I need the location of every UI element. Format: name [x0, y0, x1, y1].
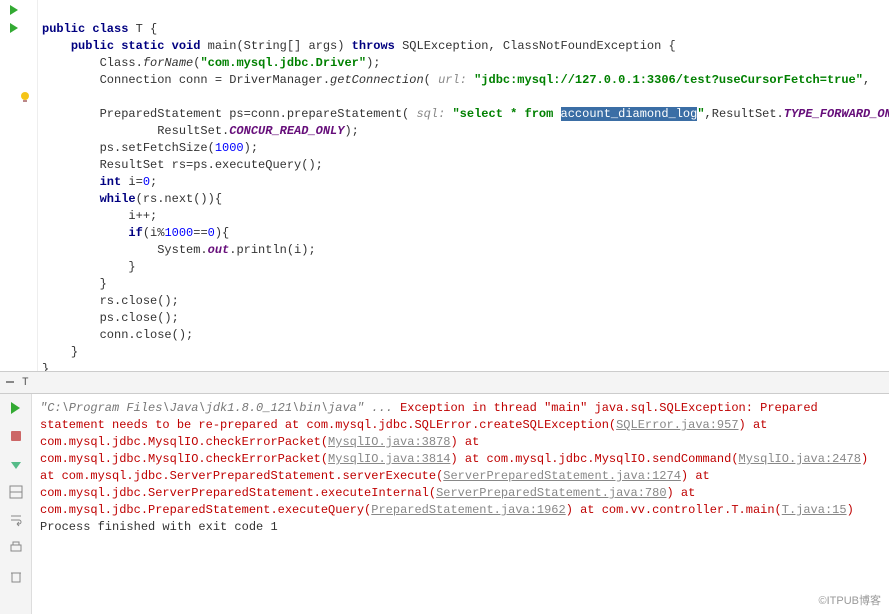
console-output[interactable]: "C:\Program Files\Java\jdk1.8.0_121\bin\…: [32, 394, 889, 614]
editor-pane: public class T { public static void main…: [0, 0, 889, 372]
close-icon[interactable]: [4, 376, 18, 390]
console-pane: "C:\Program Files\Java\jdk1.8.0_121\bin\…: [0, 394, 889, 614]
down-icon[interactable]: [6, 454, 26, 474]
console-tabbar: T: [0, 372, 889, 394]
exit-code: Process finished with exit code 1: [40, 520, 278, 534]
selection: account_diamond_log: [561, 107, 698, 121]
wrap-icon[interactable]: [6, 510, 26, 530]
run-icon[interactable]: [8, 4, 22, 18]
stack-link[interactable]: T.java:15: [782, 503, 847, 517]
watermark: ©ITPUB博客: [819, 592, 882, 608]
stack-link[interactable]: SQLError.java:957: [616, 418, 738, 432]
code-token: public class: [42, 22, 128, 36]
stop-icon[interactable]: [6, 426, 26, 446]
console-toolbar: [0, 394, 32, 614]
stack-link[interactable]: PreparedStatement.java:1962: [371, 503, 565, 517]
console-command: "C:\Program Files\Java\jdk1.8.0_121\bin\…: [40, 401, 393, 415]
run-icon[interactable]: [8, 22, 22, 36]
tab-label[interactable]: T: [22, 377, 29, 389]
layout-icon[interactable]: [6, 482, 26, 502]
stack-link[interactable]: ServerPreparedStatement.java:780: [436, 486, 666, 500]
trash-icon[interactable]: [6, 566, 26, 586]
bulb-icon[interactable]: [18, 90, 32, 104]
editor-gutter: [0, 0, 38, 371]
stack-link[interactable]: ServerPreparedStatement.java:1274: [443, 469, 681, 483]
stack-link[interactable]: MysqlIO.java:3878: [328, 435, 450, 449]
stack-link[interactable]: MysqlIO.java:2478: [739, 452, 861, 466]
rerun-icon[interactable]: [6, 398, 26, 418]
stack-link[interactable]: MysqlIO.java:3814: [328, 452, 450, 466]
print-icon[interactable]: [6, 538, 26, 558]
code-editor[interactable]: public class T { public static void main…: [38, 0, 889, 371]
